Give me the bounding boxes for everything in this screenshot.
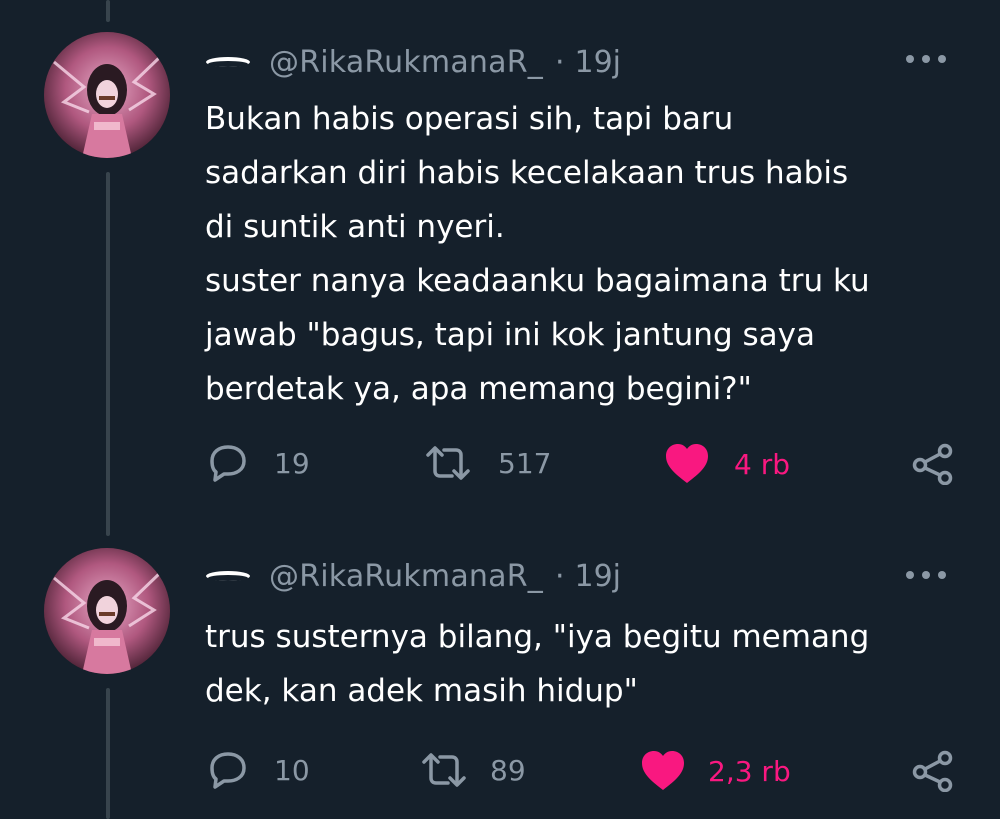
like-button[interactable]: 4 rb (664, 443, 790, 485)
retweet-button[interactable]: 517 (424, 443, 551, 483)
tweet-header: @RikaRukmanaR_ · 19j (205, 42, 621, 82)
tweet-actions: 10 89 2,3 rb (0, 746, 1000, 796)
share-button[interactable] (912, 750, 954, 792)
share-icon (912, 443, 953, 485)
avatar[interactable] (44, 32, 170, 158)
timestamp[interactable]: 19j (575, 559, 622, 594)
heart-icon (666, 444, 708, 483)
share-icon (912, 750, 953, 792)
tweet[interactable]: @RikaRukmanaR_ · 19j trus susternya bila… (0, 520, 1000, 819)
reply-count: 19 (274, 446, 310, 480)
retweet-button[interactable]: 89 (420, 750, 526, 790)
user-handle[interactable]: @RikaRukmanaR_ (269, 559, 543, 594)
share-button[interactable] (912, 443, 954, 485)
timestamp[interactable]: 19j (575, 45, 622, 80)
user-handle[interactable]: @RikaRukmanaR_ (269, 45, 543, 80)
tweet-text: Bukan habis operasi sih, tapi baru sadar… (205, 101, 870, 407)
like-count: 4 rb (734, 447, 790, 481)
like-count: 2,3 rb (708, 754, 791, 788)
like-button[interactable]: 2,3 rb (640, 750, 791, 792)
tweet-actions: 19 517 4 rb (0, 440, 1000, 490)
separator-dot: · (554, 558, 565, 594)
heart-icon (642, 751, 684, 790)
reply-button[interactable]: 19 (206, 443, 310, 483)
display-name-icon (205, 569, 255, 583)
separator-dot: · (554, 44, 565, 80)
reply-icon (210, 445, 246, 482)
display-name-icon (205, 55, 255, 69)
tweet[interactable]: @RikaRukmanaR_ · 19j Bukan habis operasi… (0, 0, 1000, 520)
tweet-header: @RikaRukmanaR_ · 19j (205, 556, 621, 596)
retweet-icon (426, 446, 470, 480)
more-icon[interactable] (906, 568, 946, 582)
tweet-text: trus susternya bilang, "iya begitu meman… (205, 619, 870, 709)
retweet-count: 89 (490, 753, 526, 787)
retweet-count: 517 (498, 446, 552, 480)
reply-icon (210, 752, 246, 789)
retweet-icon (422, 753, 466, 787)
more-icon[interactable] (906, 52, 946, 66)
reply-count: 10 (274, 753, 310, 787)
reply-button[interactable]: 10 (206, 750, 310, 790)
avatar[interactable] (44, 548, 170, 674)
